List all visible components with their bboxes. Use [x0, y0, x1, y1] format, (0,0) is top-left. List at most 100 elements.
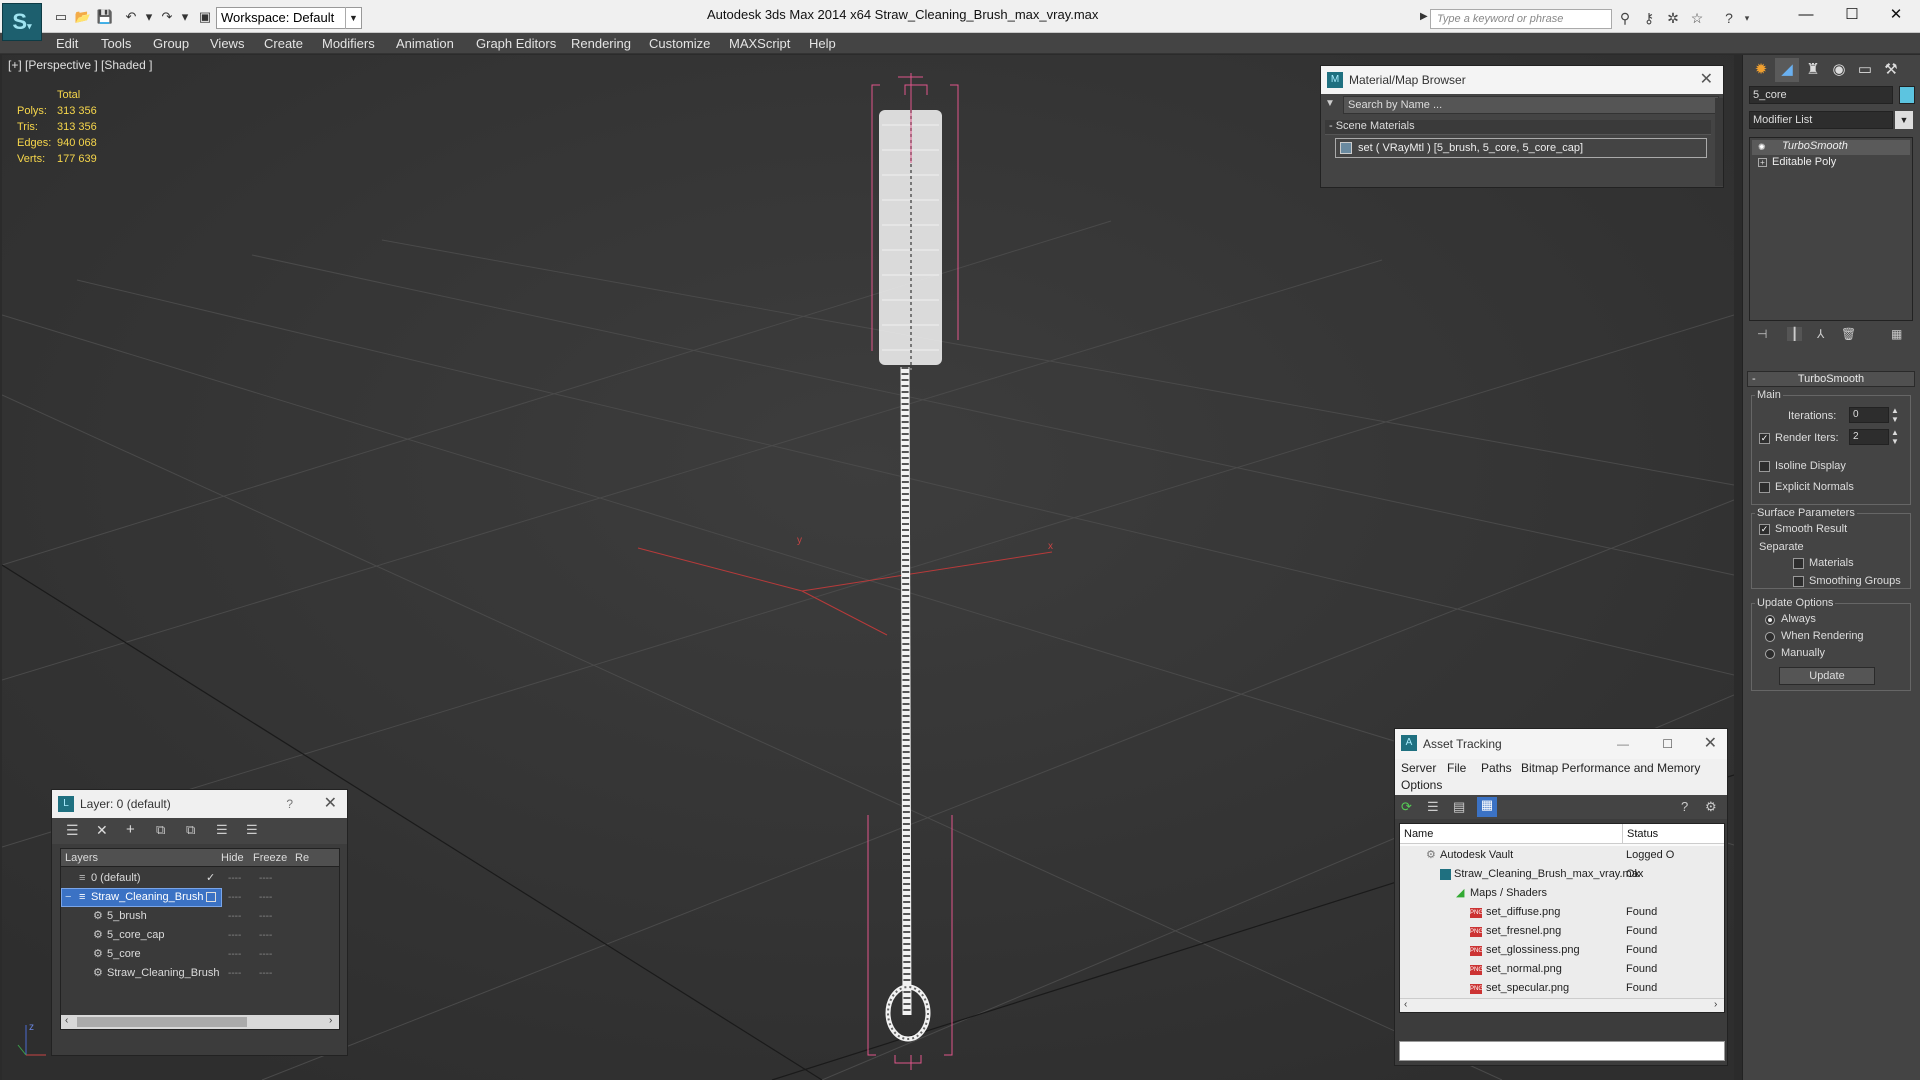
- menu-server[interactable]: Server: [1401, 761, 1436, 775]
- menu-options[interactable]: Options: [1401, 778, 1442, 792]
- menu-create[interactable]: Create: [264, 33, 303, 54]
- always-radio[interactable]: [1765, 615, 1775, 625]
- col-freeze[interactable]: Freeze: [253, 849, 287, 867]
- asset-row[interactable]: ⚙ Autodesk Vault Logged O: [1400, 846, 1724, 865]
- update-button[interactable]: Update: [1779, 667, 1875, 685]
- stack-item-editable-poly[interactable]: Editable Poly: [1752, 156, 1910, 171]
- close-icon[interactable]: ✕: [1876, 4, 1916, 26]
- asset-path-field[interactable]: [1399, 1041, 1725, 1061]
- detail-view-icon[interactable]: ▤: [1453, 799, 1465, 815]
- menu-graph-editors[interactable]: Graph Editors: [476, 33, 556, 54]
- scrollbar[interactable]: [1715, 98, 1723, 186]
- object-color-swatch[interactable]: [1899, 86, 1915, 104]
- object-name-field[interactable]: 5_core: [1749, 86, 1893, 104]
- refresh-icon[interactable]: ⟳: [1401, 799, 1412, 815]
- explicit-normals-checkbox[interactable]: [1759, 482, 1770, 493]
- menu-bitmap-performance[interactable]: Bitmap Performance and Memory: [1521, 761, 1700, 775]
- workspace-dropdown[interactable]: Workspace: Default: [216, 7, 362, 29]
- menu-tools[interactable]: Tools: [101, 33, 131, 54]
- display-tab-icon[interactable]: ▭: [1853, 58, 1877, 82]
- layer-row[interactable]: ≡ 0 (default) ✓ ---- ----: [61, 869, 339, 888]
- layer-row[interactable]: ⚙ Straw_Cleaning_Brush ---- ----: [61, 964, 339, 983]
- render-iters-checkbox[interactable]: ✓: [1759, 433, 1770, 444]
- table-view-icon[interactable]: ▦: [1477, 797, 1497, 817]
- asset-row[interactable]: PNG set_specular.png Found: [1400, 979, 1724, 998]
- minimize-icon[interactable]: —: [1617, 729, 1629, 759]
- list-view-icon[interactable]: ☰: [1427, 799, 1439, 815]
- menu-customize[interactable]: Customize: [649, 33, 710, 54]
- create-layer-icon[interactable]: ☰: [66, 822, 79, 839]
- hide-toggle[interactable]: ----: [228, 964, 241, 983]
- hide-toggle[interactable]: ----: [228, 888, 241, 907]
- stack-item-turbosmooth[interactable]: TurboSmooth: [1752, 140, 1910, 155]
- asset-row[interactable]: PNG set_glossiness.png Found: [1400, 941, 1724, 960]
- scroll-left-icon[interactable]: ‹: [1404, 999, 1407, 1010]
- highlight-layer-icon[interactable]: ⧉: [186, 822, 195, 838]
- remove-modifier-icon[interactable]: 🗑: [1841, 327, 1856, 341]
- redo-dropdown-icon[interactable]: ▾: [176, 8, 194, 26]
- layer-row[interactable]: ⚙ 5_brush ---- ----: [61, 907, 339, 926]
- layer-row[interactable]: − ≡ Straw_Cleaning_Brush ---- ----: [61, 888, 339, 907]
- asset-row[interactable]: ◢ Maps / Shaders: [1400, 884, 1724, 903]
- freeze-all-layers-icon[interactable]: ☰: [246, 822, 258, 838]
- manually-radio[interactable]: [1765, 649, 1775, 659]
- scroll-right-icon[interactable]: ›: [1714, 999, 1717, 1010]
- col-hide[interactable]: Hide: [221, 849, 244, 867]
- help-icon[interactable]: ?: [1720, 9, 1738, 27]
- asset-row[interactable]: PNG set_fresnel.png Found: [1400, 922, 1724, 941]
- scroll-thumb[interactable]: [77, 1017, 247, 1027]
- menu-views[interactable]: Views: [210, 33, 244, 54]
- configure-sets-icon[interactable]: ▦: [1891, 327, 1902, 341]
- show-end-result-icon[interactable]: ┃: [1787, 327, 1803, 341]
- spinner-arrows-icon[interactable]: ▲ ▼: [1891, 428, 1899, 446]
- create-tab-icon[interactable]: ✹: [1749, 58, 1773, 82]
- help-button[interactable]: ?: [286, 790, 293, 818]
- binoculars-icon[interactable]: ⚲: [1616, 9, 1634, 27]
- save-file-icon[interactable]: 💾: [96, 8, 114, 26]
- search-input[interactable]: Type a keyword or phrase: [1430, 9, 1612, 29]
- menu-paths[interactable]: Paths: [1481, 761, 1512, 775]
- render-iters-spinner[interactable]: 2: [1849, 429, 1889, 445]
- freeze-toggle[interactable]: ----: [259, 888, 272, 907]
- select-objects-icon[interactable]: ⧉: [156, 822, 165, 838]
- filter-dropdown-icon[interactable]: ▼: [1325, 98, 1339, 112]
- close-icon[interactable]: ✕: [324, 790, 337, 818]
- freeze-toggle[interactable]: ----: [259, 945, 272, 964]
- col-render[interactable]: Re: [295, 849, 309, 867]
- horizontal-scrollbar[interactable]: ‹ ›: [1400, 998, 1724, 1012]
- new-file-icon[interactable]: ▭: [52, 8, 70, 26]
- menu-maxscript[interactable]: MAXScript: [729, 33, 790, 54]
- favorites-star-icon[interactable]: ☆: [1688, 9, 1706, 27]
- col-name[interactable]: Name: [1404, 824, 1433, 844]
- viewport-label[interactable]: [+] [Perspective ] [Shaded ]: [8, 58, 152, 72]
- expand-plus-icon[interactable]: +: [1758, 158, 1767, 167]
- menu-modifiers[interactable]: Modifiers: [322, 33, 375, 54]
- scroll-left-icon[interactable]: ‹: [65, 1015, 68, 1026]
- make-unique-icon[interactable]: ⅄: [1817, 327, 1824, 341]
- layer-row[interactable]: ⚙ 5_core ---- ----: [61, 945, 339, 964]
- spinner-arrows-icon[interactable]: ▲ ▼: [1891, 406, 1899, 424]
- freeze-toggle[interactable]: ----: [259, 926, 272, 945]
- isoline-display-checkbox[interactable]: [1759, 461, 1770, 472]
- scroll-right-icon[interactable]: ›: [329, 1015, 332, 1026]
- close-icon[interactable]: ✕: [1704, 729, 1717, 759]
- menu-animation[interactable]: Animation: [396, 33, 454, 54]
- search-expand-icon[interactable]: ▶: [1420, 11, 1428, 22]
- help-icon[interactable]: ?: [1681, 799, 1688, 814]
- when-rendering-radio[interactable]: [1765, 632, 1775, 642]
- set-active-box[interactable]: [206, 892, 216, 902]
- collapse-icon[interactable]: −: [65, 888, 71, 907]
- iterations-spinner[interactable]: 0: [1849, 407, 1889, 423]
- app-logo[interactable]: S▾: [2, 3, 42, 41]
- col-status[interactable]: Status: [1622, 824, 1658, 844]
- layer-row[interactable]: ⚙ 5_core_cap ---- ----: [61, 926, 339, 945]
- freeze-toggle[interactable]: ----: [259, 869, 272, 888]
- freeze-toggle[interactable]: ----: [259, 964, 272, 983]
- redo-icon[interactable]: ↷: [158, 8, 176, 26]
- add-to-layer-icon[interactable]: +: [126, 821, 135, 838]
- chevron-down-icon[interactable]: ▼: [1895, 111, 1913, 129]
- menu-file[interactable]: File: [1447, 761, 1466, 775]
- turbosmooth-rollout-header[interactable]: - TurboSmooth: [1747, 371, 1915, 387]
- scene-materials-header[interactable]: - Scene Materials: [1325, 120, 1711, 135]
- motion-tab-icon[interactable]: ◉: [1827, 58, 1851, 82]
